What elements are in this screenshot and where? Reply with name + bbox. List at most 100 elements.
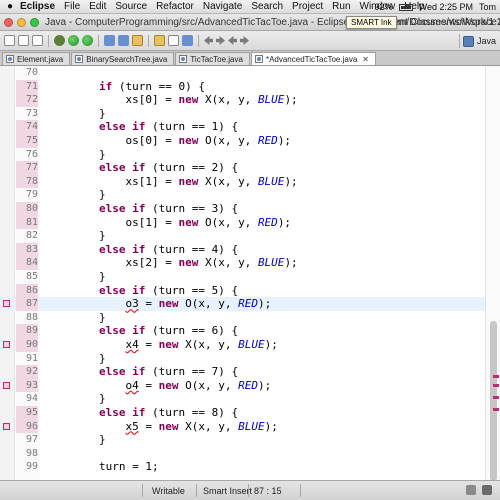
error-marker-icon[interactable] — [3, 381, 10, 389]
code-line[interactable]: 70 — [0, 66, 485, 80]
error-marker-icon[interactable] — [3, 300, 10, 308]
minimize-window-icon[interactable] — [17, 17, 26, 27]
line-number: 90 — [16, 338, 38, 352]
code-line[interactable]: 81 os[1] = new O(x, y, RED); — [0, 215, 485, 230]
code-line[interactable]: 85 } — [0, 270, 485, 284]
menu-edit[interactable]: Edit — [89, 1, 106, 12]
open-type-icon[interactable] — [132, 35, 143, 46]
status-divider — [142, 484, 143, 497]
back-arrow-icon[interactable] — [204, 36, 213, 45]
new-class-icon[interactable] — [118, 35, 129, 46]
new-package-icon[interactable] — [104, 35, 115, 46]
code-editor[interactable]: 70 71 if (turn == 0) {72 xs[0] = new X(x,… — [0, 66, 500, 480]
progress-icon[interactable] — [466, 485, 476, 495]
toggle-mark-occurrences-icon[interactable] — [168, 35, 179, 46]
app-menu[interactable]: Eclipse — [20, 1, 55, 12]
save-icon[interactable] — [18, 35, 29, 46]
close-window-icon[interactable] — [4, 17, 13, 27]
menu-file[interactable]: File — [64, 1, 80, 12]
overview-error-marker[interactable] — [493, 408, 499, 411]
code-line[interactable]: 77 else if (turn == 2) { — [0, 161, 485, 175]
overview-error-marker[interactable] — [493, 384, 499, 387]
main-toolbar: Java — [0, 31, 500, 51]
menu-search[interactable]: Search — [251, 1, 283, 12]
code-line[interactable]: 96 x5 = new X(x, y, BLUE); — [0, 419, 485, 434]
battery-icon[interactable] — [398, 3, 413, 11]
tab-label: BinarySearchTree.java — [86, 54, 168, 64]
code-line[interactable]: 84 xs[2] = new X(x, y, BLUE); — [0, 256, 485, 270]
print-icon[interactable] — [32, 35, 43, 46]
forward-arrow-icon[interactable] — [216, 36, 225, 45]
overview-error-marker[interactable] — [493, 375, 499, 378]
tab-binarysearchtree-java[interactable]: BinarySearchTree.java — [71, 52, 175, 65]
code-line[interactable]: 97 } — [0, 433, 485, 447]
code-text: else if (turn == 2) { — [98, 161, 239, 175]
menu-navigate[interactable]: Navigate — [203, 1, 242, 12]
code-line[interactable]: 78 xs[1] = new X(x, y, BLUE); — [0, 174, 485, 189]
menu-run[interactable]: Run — [332, 1, 350, 12]
code-text: } — [46, 229, 106, 243]
code-line[interactable]: 90 x4 = new X(x, y, BLUE); — [0, 338, 485, 352]
code-text: } — [46, 147, 106, 161]
code-line[interactable]: 99 turn = 1; — [0, 460, 485, 474]
code-line[interactable]: 73 } — [0, 107, 485, 121]
tab-advancedtictactoe-java[interactable]: *AdvancedTicTacToe.java ✕ — [250, 52, 376, 65]
code-text: xs[2] = new X(x, y, BLUE); — [46, 256, 298, 270]
zoom-window-icon[interactable] — [30, 17, 39, 27]
clock[interactable]: Wed 2:25 PM — [419, 2, 473, 12]
code-line[interactable]: 92 else if (turn == 7) { — [0, 365, 485, 379]
line-number: 83 — [16, 242, 38, 257]
search-icon[interactable] — [154, 35, 165, 46]
status-divider — [300, 484, 301, 497]
vertical-scrollbar[interactable] — [485, 66, 500, 480]
line-number: 89 — [16, 324, 38, 338]
coverage-icon[interactable] — [82, 35, 93, 46]
menu-refactor[interactable]: Refactor — [156, 1, 194, 12]
tab-element-java[interactable]: Element.java — [2, 52, 71, 65]
code-line[interactable]: 80 else if (turn == 3) { — [0, 202, 485, 216]
debug-icon[interactable] — [54, 35, 65, 46]
code-line[interactable]: 74 else if (turn == 1) { — [0, 120, 485, 134]
trim-stack-icon[interactable] — [482, 485, 492, 495]
window-title-bar: Java - ComputerProgramming/src/AdvancedT… — [0, 14, 500, 31]
code-line[interactable]: 91 } — [0, 352, 485, 366]
tab-tictactoe-java[interactable]: TicTacToe.java — [175, 52, 250, 65]
code-line[interactable]: 71 if (turn == 0) { — [0, 79, 485, 94]
code-line[interactable]: 89 else if (turn == 6) { — [0, 324, 485, 338]
overview-error-marker[interactable] — [493, 396, 499, 399]
smart-ink-popup[interactable]: SMART Ink — [346, 16, 397, 29]
code-line[interactable]: 98 — [0, 447, 485, 461]
menu-project[interactable]: Project — [292, 1, 323, 12]
code-line[interactable]: 75 os[0] = new O(x, y, RED); — [0, 134, 485, 148]
close-tab-icon[interactable]: ✕ — [362, 55, 369, 64]
new-file-icon[interactable] — [4, 35, 15, 46]
code-text: } — [46, 188, 106, 202]
code-line[interactable]: 72 xs[0] = new X(x, y, BLUE); — [0, 93, 485, 107]
line-number: 99 — [25, 461, 38, 473]
next-annotation-icon[interactable] — [240, 36, 249, 45]
code-text: if (turn == 0) { — [98, 79, 205, 93]
code-line[interactable]: 88 } — [0, 311, 485, 325]
code-line[interactable]: 87 o3 = new O(x, y, RED); — [0, 297, 485, 311]
user-name[interactable]: Tom — [479, 2, 496, 12]
code-line[interactable]: 76 } — [0, 148, 485, 162]
code-line[interactable]: 83 else if (turn == 4) { — [0, 242, 485, 257]
last-edit-icon[interactable] — [228, 36, 237, 45]
scrollbar-thumb[interactable] — [490, 321, 497, 480]
code-line[interactable]: 82 } — [0, 229, 485, 243]
menu-source[interactable]: Source — [115, 1, 147, 12]
line-number: 91 — [25, 352, 38, 364]
code-line[interactable]: 95 else if (turn == 8) { — [0, 406, 485, 420]
error-marker-icon[interactable] — [3, 422, 10, 430]
show-whitespace-icon[interactable] — [182, 35, 193, 46]
code-line[interactable]: 79 } — [0, 188, 485, 202]
tab-label: *AdvancedTicTacToe.java — [265, 54, 358, 64]
run-icon[interactable] — [68, 35, 79, 46]
toolbar-separator — [198, 34, 199, 47]
error-marker-icon[interactable] — [3, 341, 10, 348]
java-perspective-button[interactable]: Java — [462, 34, 496, 48]
apple-icon[interactable]: ● — [0, 1, 20, 12]
code-line[interactable]: 86 else if (turn == 5) { — [0, 283, 485, 298]
code-line[interactable]: 93 o4 = new O(x, y, RED); — [0, 378, 485, 393]
code-line[interactable]: 94 } — [0, 392, 485, 406]
